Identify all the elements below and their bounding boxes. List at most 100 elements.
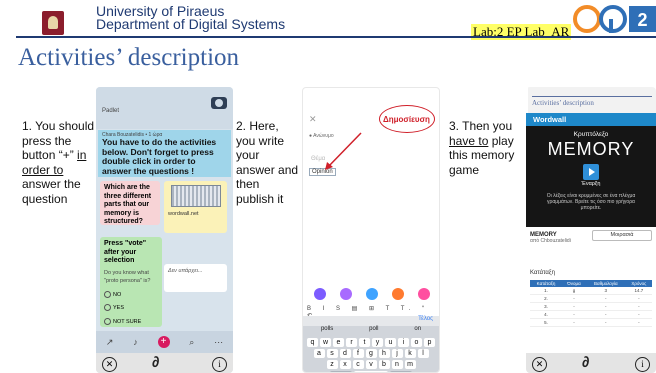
question-card[interactable]: Which are the three different parts that… [100,181,160,225]
record-icon[interactable] [392,288,404,300]
suggestion[interactable]: polls [321,326,333,336]
viewer-controls: ✕ ∂ i [96,353,233,373]
poll-option[interactable]: YES [104,304,158,313]
info-icon[interactable]: i [212,357,227,372]
image-icon[interactable] [366,288,378,300]
table-header: Όνομα [562,280,586,287]
link-icon[interactable]: ∂ [152,354,159,371]
keyboard-key[interactable]: d [339,349,351,358]
keyboard-key[interactable]: f [352,349,364,358]
table-row: 2. - - - [530,294,652,303]
keyboard-key[interactable]: b [378,360,390,369]
link-icon[interactable] [340,288,352,300]
keyboard-key[interactable]: m [404,360,416,369]
more-icon[interactable]: ⋯ [214,337,223,348]
note-card[interactable]: Δεν υπάρχει... [164,264,227,292]
keyboard-key[interactable]: g [365,349,377,358]
table-cell: - [562,310,586,319]
table-cell: - [585,294,626,303]
poll-option[interactable]: NO [104,290,158,300]
search-icon[interactable]: ⌕ [189,337,194,348]
poll-card[interactable]: Press "vote" after your selection Do you… [100,237,162,327]
link-icon[interactable]: ∂ [582,354,589,371]
close-icon[interactable]: ✕ [532,357,547,372]
keyboard-key[interactable]: h [378,349,390,358]
suggestion[interactable]: poll [369,326,378,336]
keyboard-key[interactable]: a [313,349,325,358]
keyboard-key[interactable]: q [307,338,318,347]
table-cell: 14.7 [625,287,652,295]
close-icon[interactable]: ✕ [309,114,317,125]
keyboard-row: zxcvbnm [303,360,439,369]
keyboard-key[interactable]: o [411,338,422,347]
mini-slide-title: Activities’ description [532,99,594,107]
info-icon[interactable]: i [635,357,650,372]
game-creator: από Chbouzatelidi [530,238,571,244]
keyboard: Τέλος polls poll on qwertyuiop asdfghjkl… [303,316,439,372]
wordwall-header: Wordwall [526,113,656,126]
banner-text: You have to do the activities below. Don… [102,137,217,176]
table-cell: - [625,302,652,311]
table-cell: 5. [530,318,563,327]
note-card-text: Δεν υπάρχει... [168,268,203,274]
keyboard-key[interactable]: j [391,349,403,358]
keyboard-key[interactable]: e [333,338,344,347]
mini-slide-rule [532,96,652,97]
share-icon[interactable]: ↗ [106,337,114,348]
attachment-toolbar [307,288,437,300]
keyboard-key[interactable]: n [391,360,403,369]
close-icon[interactable]: ✕ [102,357,117,372]
ap2-logo: 2 [573,5,656,33]
table-cell: 3. [530,302,563,311]
table-header: Βαθμολογία [585,280,626,287]
add-post-button[interactable]: + [157,336,170,348]
game-subtitle: Κρυπτόλεξο [573,131,609,138]
keyboard-key[interactable]: w [320,338,331,347]
suggestion[interactable]: on [414,326,421,336]
poll-question: Do you know what "proto persona" is? [104,269,151,285]
camera-icon [211,97,227,109]
more-icon[interactable] [418,288,430,300]
link-card[interactable]: wordwall.net [164,181,227,233]
poll-title: Press "vote" after your selection [104,240,147,264]
camera-icon[interactable] [314,288,326,300]
padlet-toolbar: ↗ ♪ + ⌕ ⋯ [96,331,233,353]
table-cell: 3 [585,287,626,295]
ranking-title: Κατάταξη [530,270,555,276]
play-icon[interactable] [583,164,599,180]
wordwall-thumbnail [170,185,221,207]
keyboard-key[interactable]: u [385,338,396,347]
publish-highlight-circle [379,105,435,133]
keyboard-key[interactable]: p [424,338,435,347]
answer-editor-screenshot: ✕ Δημοσίευση ● Ανώνυμο Θέμα Opinion B I … [302,87,440,373]
keyboard-key[interactable]: s [326,349,338,358]
keyboard-done[interactable]: Τέλος [303,316,439,326]
keyboard-key[interactable]: t [359,338,370,347]
bell-icon[interactable]: ♪ [133,337,138,347]
padlet-header: Padlet [96,87,233,129]
keyboard-key[interactable]: k [404,349,416,358]
mini-slide-preview: Activities’ description [528,87,656,113]
play-label[interactable]: Έναρξη [526,181,656,187]
step-2-text: 2. Here, you write your answer and then … [236,119,299,206]
ranking-table: Κατάταξη Όνομα Βαθμολογία Χρόνος 1. g 3 14.7 2.… [530,280,652,327]
keyboard-key[interactable]: z [326,360,338,369]
poll-option[interactable]: NOT SURE [104,317,158,327]
suggestion-bar: polls poll on [303,326,439,336]
keyboard-key[interactable]: i [398,338,409,347]
keyboard-key[interactable]: r [346,338,357,347]
ap2-logo-sup: 2 [637,10,647,30]
header-rule [16,36,656,38]
table-header: Χρόνος [625,280,652,287]
keyboard-key[interactable]: x [339,360,351,369]
page-title: Activities’ description [18,44,240,71]
share-button[interactable]: Μοιρασιά [592,230,652,241]
keyboard-key[interactable]: v [365,360,377,369]
table-cell: - [625,310,652,319]
game-panel: Κρυπτόλεξο MEMORY Έναρξη Οι λέξεις είναι… [526,126,656,227]
keyboard-key[interactable]: c [352,360,364,369]
keyboard-key[interactable]: l [417,349,429,358]
keyboard-key[interactable]: y [372,338,383,347]
table-row: 5. - - - [530,318,652,327]
table-cell: - [562,302,586,311]
